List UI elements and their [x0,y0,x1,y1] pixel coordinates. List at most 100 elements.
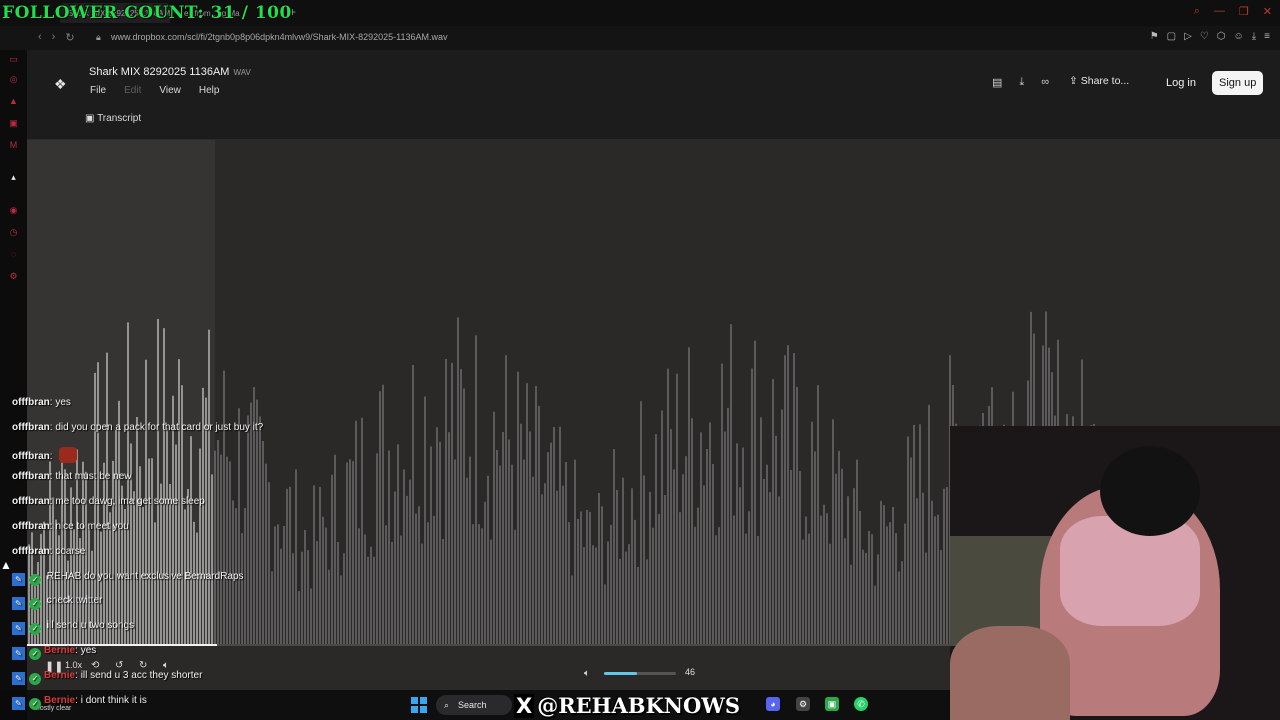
chat-text: coarse [55,545,86,557]
viewer-header: ❖ Shark MIX 8292025 1136AM WAV File Edit … [27,50,1280,140]
chat-text: nice to meet you [55,521,129,532]
moderator-badge-icon: ✎ [12,622,25,636]
verified-badge-icon: ✓ [29,573,41,586]
webcam-knee [950,626,1070,720]
chat-username: offfbran [12,521,50,532]
gear-icon[interactable]: ⚙ [8,271,19,282]
chat-message: ✎ ✓ Bernie: yes [12,645,96,660]
screen: Shark MIX 8292025 1136AM.wav es from...n… [0,0,1280,720]
chat-text: yes [80,645,97,656]
chat-message: offfbran: yes [12,397,71,408]
heart-icon[interactable]: ♡ [1200,31,1209,42]
emote-icon [59,446,78,463]
handle-text: @REHABKNOWS [537,693,741,718]
chat-separator: : [49,450,56,462]
share-icon: ⇪ [1069,75,1078,87]
speaker-icon[interactable]: 🔈︎ [584,668,590,679]
chat-username: offfbran [12,397,50,408]
moderator-badge-icon: ✎ [12,647,25,660]
extensions-icon[interactable]: ⬡ [1217,31,1226,42]
address-bar: ‹ › ↻ 🔒︎ www.dropbox.com/scl/fi/2tgnb0p8… [0,26,1280,50]
lock-icon: 🔒︎ [96,32,101,42]
chat-message: offfbran: nice to meet you [12,521,129,532]
back-icon[interactable]: ‹ [38,31,42,44]
moderator-badge-icon: ✎ [12,696,25,710]
chat-message: ✎ ✓ REHAB do you want exclusive BernardRa… [12,571,244,586]
sidebar-icon[interactable]: ▴ [8,172,19,183]
menu-file[interactable]: File [90,85,106,96]
dropbox-logo-icon[interactable]: ❖ [54,76,67,93]
file-title: Shark MIX 8292025 1136AM WAV [89,66,251,78]
volume-slider[interactable] [604,672,676,675]
speed-button[interactable]: 1.0x [65,660,82,670]
sidebar-icon[interactable]: ◉ [8,205,19,216]
moderator-badge-icon: ✎ [12,572,25,586]
chat-message: ✎ ✓ check twitter [12,595,102,611]
chat-text: ill send u two songs [46,620,135,632]
forward-icon[interactable]: › [52,31,56,44]
sidebar-icon[interactable]: M [8,140,19,151]
reload-icon[interactable]: ↻ [65,31,74,44]
close-icon[interactable]: ✕ [1263,5,1272,18]
whatsapp-icon[interactable]: ✆ [854,697,868,711]
chat-icon[interactable]: ◌ [8,249,19,260]
webcam-overlay [950,426,1280,720]
chat-username: Bernie [44,645,76,656]
profile-icon[interactable]: ☺ [1234,31,1244,42]
chat-text: yes [55,397,71,408]
menu-help[interactable]: Help [199,85,220,96]
chat-message: offfbran: [12,446,78,463]
menu-edit[interactable]: Edit [124,85,141,96]
discord-icon[interactable]: ◕ [766,697,780,711]
follower-count-overlay: FOLLOWER COUNT: 31 / 100 [2,3,292,23]
volume-value: 46 [685,667,696,677]
nav-buttons: ‹ › ↻ [38,31,75,44]
share-button[interactable]: ⇪ Share to... [1069,75,1129,87]
sidebar-icon[interactable]: ▲ [8,96,19,107]
sidebar-icon[interactable]: ▣ [8,118,19,129]
verified-badge-icon: ✓ [29,648,41,660]
x-logo-icon: X [514,694,535,718]
search-icon[interactable]: ⌕ [1194,5,1200,18]
maximize-icon[interactable]: ❐ [1239,5,1249,18]
captions-icon: ▣ [85,113,95,124]
menu-view[interactable]: View [159,85,181,96]
moderator-badge-icon: ✎ [12,671,25,685]
signup-button[interactable]: Sign up [1212,71,1264,95]
window-controls: ⌕ — ❐ ✕ [1194,5,1272,18]
app-icon[interactable]: ▣ [825,697,839,711]
chat-message: offfbran: me too dawg, ima get some slee… [12,496,205,507]
screenshot-icon[interactable]: ▢ [1167,31,1176,42]
chat-username: Bernie [44,669,76,681]
clock-icon[interactable]: ◷ [8,227,19,238]
url-field[interactable]: www.dropbox.com/scl/fi/2tgnb0p8p06dpkn4m… [111,32,448,42]
download-icon[interactable]: ⤓ [1019,76,1024,89]
comment-icon[interactable]: ▤ [992,76,1002,89]
verified-badge-icon: ✓ [29,672,41,685]
webcam-head [1100,446,1200,536]
chat-username: offfbran [12,496,50,508]
chat-text: i dont think it is [80,694,147,706]
chat-message: offfbran: did you open a pack for that c… [12,422,263,433]
download-icon[interactable]: ⤓ [1252,31,1256,42]
menu-icon[interactable]: ≡ [1264,31,1270,42]
minimize-icon[interactable]: — [1214,5,1225,18]
chat-text: REHAB do you want exclusive BernardRaps [46,570,244,582]
mouse-cursor-icon: ▲ [0,558,12,572]
windows-start-icon[interactable] [411,697,427,713]
bookmark-icon[interactable]: ⚑ [1150,31,1159,42]
share-label: Share to... [1080,75,1130,87]
chat-message: offfbran: that must be new [12,471,132,482]
transcript-button[interactable]: ▣ Transcript [85,113,141,124]
sidebar-icon[interactable]: ◎ [8,74,19,85]
login-button[interactable]: Log in [1159,71,1203,95]
chat-text: that must be new [55,471,132,483]
taskbar-search[interactable]: ⌕ Search [436,695,512,715]
play-icon[interactable]: ▷ [1184,31,1192,42]
settings-icon[interactable]: ⚙ [796,697,810,711]
link-icon[interactable]: ∞ [1041,76,1049,89]
sidebar-icon[interactable]: ▭ [8,54,19,65]
file-extension: WAV [233,68,251,77]
file-name: Shark MIX 8292025 1136AM [89,66,230,78]
chat-text: ill send u 3 acc they shorter [80,669,203,681]
